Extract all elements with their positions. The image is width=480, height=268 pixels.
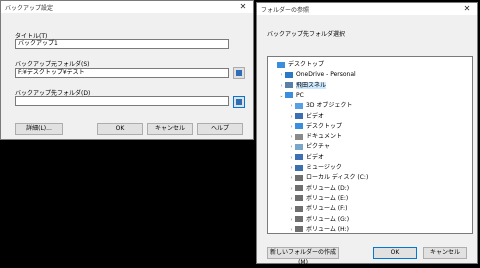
folder-browse-icon <box>236 99 242 105</box>
folder-browse-dialog: フォルダーの参照 ✕ バックアップ先フォルダ選択 デスクトップ › OneDrive… <box>256 2 478 266</box>
close-icon[interactable]: ✕ <box>233 1 253 13</box>
dialog-title: バックアップ設定 <box>5 5 54 12</box>
folder-tree[interactable]: デスクトップ › OneDrive - Personal › 飛田スネル ⌄ PC › 3D オ… <box>267 56 473 234</box>
cloud-icon <box>285 71 293 78</box>
video-icon <box>295 113 303 119</box>
source-folder-input[interactable]: F:¥デスクトップ¥テスト <box>15 68 229 78</box>
tree-item-label: ローカル ディスク (C:) <box>306 174 369 182</box>
3d-objects-icon <box>295 102 303 109</box>
user-icon <box>285 82 293 89</box>
drive-icon <box>295 174 303 181</box>
tree-item-label: ボリューム (H:) <box>306 225 349 233</box>
details-button[interactable]: 詳細(L)... <box>15 123 63 135</box>
tree-item-label: ボリューム (G:) <box>306 215 350 223</box>
drive-icon <box>295 205 303 212</box>
cancel-button[interactable]: キャンセル <box>423 247 467 259</box>
tree-item-label: ボリューム (E:) <box>306 194 349 202</box>
title-bar: バックアップ設定 ✕ <box>1 1 253 13</box>
help-button[interactable]: ヘルプ <box>197 123 243 135</box>
drive-icon <box>295 195 303 202</box>
ok-button[interactable]: OK <box>97 123 143 135</box>
tree-item-label: 飛田スネル <box>296 81 327 89</box>
tree-item-label: PC <box>296 91 304 99</box>
prompt-text: バックアップ先フォルダ選択 <box>267 31 346 38</box>
tree-item-label: OneDrive - Personal <box>296 71 356 79</box>
folder-browse-icon <box>236 70 242 76</box>
title-bar: フォルダーの参照 ✕ <box>257 3 477 15</box>
cancel-button[interactable]: キャンセル <box>147 123 193 135</box>
expand-arrow-icon[interactable]: › <box>288 225 295 233</box>
dialog-title: フォルダーの参照 <box>261 7 310 14</box>
title-input[interactable]: バックアップ1 <box>15 39 229 49</box>
music-icon <box>295 164 303 171</box>
tree-item-label: ドキュメント <box>306 133 343 141</box>
browse-dest-button[interactable] <box>233 96 245 108</box>
video-icon <box>295 154 303 161</box>
source-folder-label: バックアップ元フォルダ(S) <box>15 61 90 68</box>
tree-item[interactable]: › ボリューム (H:) <box>288 224 349 233</box>
dest-folder-input[interactable] <box>15 96 229 106</box>
tree-item-label: デスクトップ <box>306 122 343 130</box>
tree-item-label: デスクトップ <box>288 61 325 68</box>
tree-item-label: ピクチャ <box>306 143 330 151</box>
tree-item-label: ボリューム (D:) <box>306 184 350 192</box>
drive-icon <box>295 216 303 222</box>
new-folder-button[interactable]: 新しいフォルダーの作成(M) <box>267 247 339 266</box>
tree-item-label: 3D オブジェクト <box>306 102 353 110</box>
tree-item-label: ボリューム (F:) <box>306 205 348 213</box>
computer-icon <box>285 92 293 99</box>
tree-item-label: ビデオ <box>306 112 325 120</box>
ok-button[interactable]: OK <box>373 247 417 259</box>
desktop-folder-icon <box>277 61 285 68</box>
drive-icon <box>295 226 303 233</box>
tree-item-label: ミュージック <box>306 164 342 171</box>
close-icon[interactable]: ✕ <box>457 3 477 15</box>
tree-item-label: ビデオ <box>306 153 325 161</box>
desktop-folder-icon <box>295 123 303 130</box>
backup-settings-dialog: バックアップ設定 ✕ タイトル(T) バックアップ1 バックアップ元フォルダ(S… <box>0 0 254 140</box>
drive-icon <box>295 185 303 192</box>
pictures-icon <box>295 143 303 150</box>
documents-icon <box>295 133 303 140</box>
expand-arrow-icon[interactable]: ⌄ <box>278 91 285 102</box>
browse-source-button[interactable] <box>233 67 245 79</box>
